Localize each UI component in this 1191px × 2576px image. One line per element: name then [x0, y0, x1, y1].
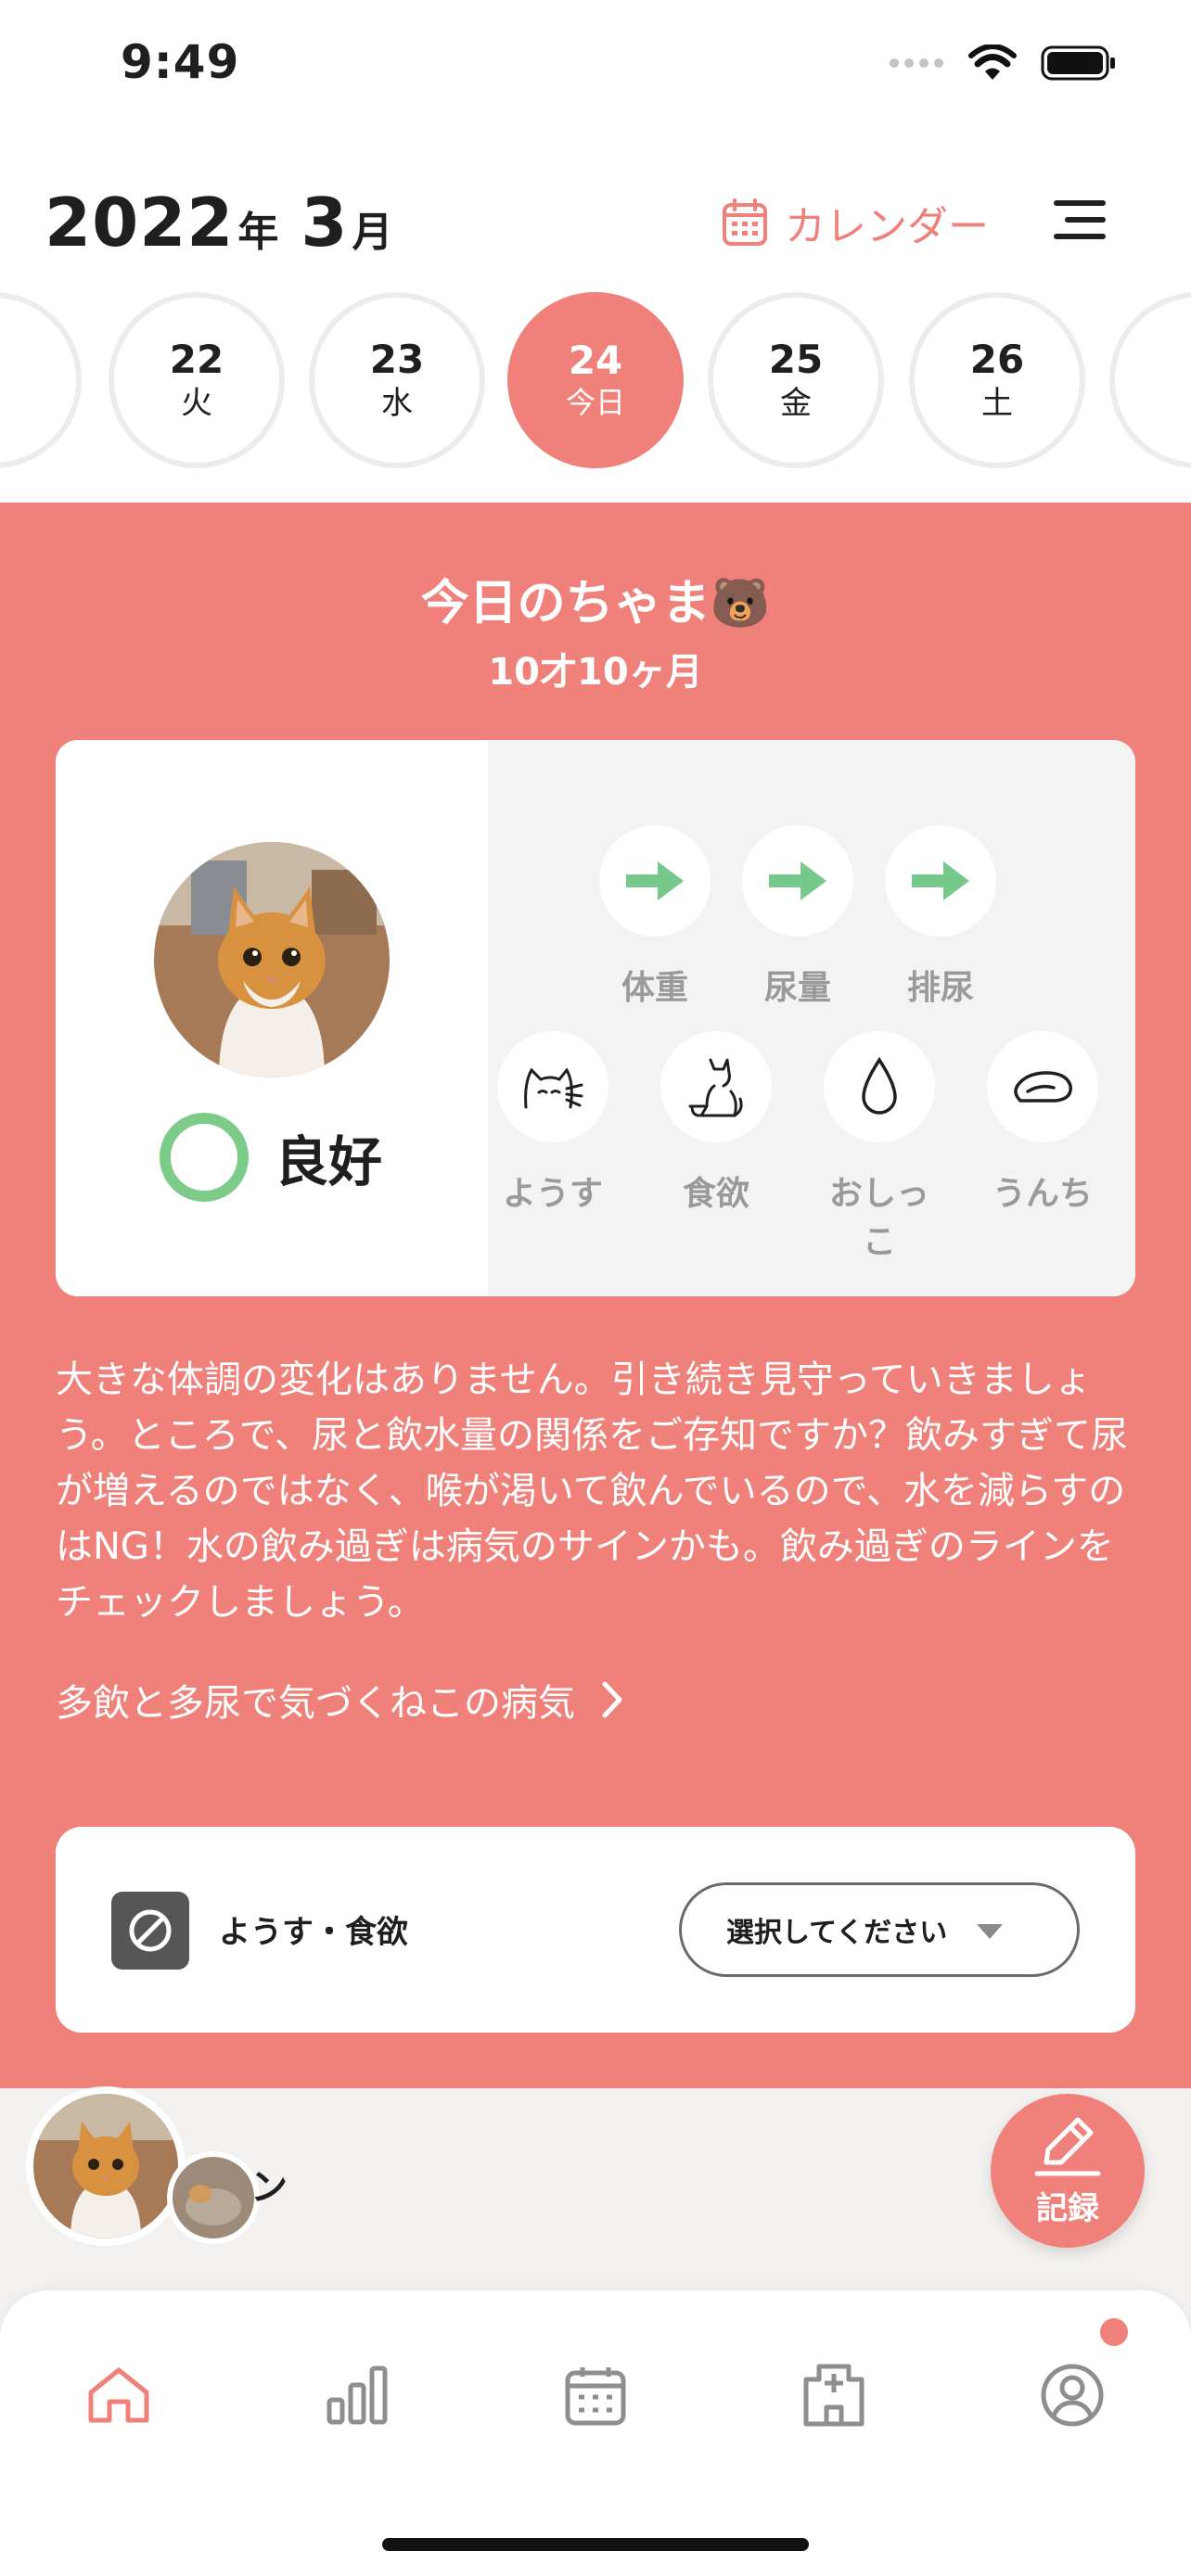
app-screen: 9:49 2022 年 3 月 カレンダー 22 火 23 水 24 今日 25… [0, 0, 1191, 2576]
today-section: 今日のちゃま🐻 10才10ヶ月 良好 体重 尿量 排尿 ようす 食欲 おしっこ … [0, 503, 1191, 2088]
status-time: 9:49 [121, 35, 240, 89]
metrics-panel: 体重 尿量 排尿 ようす 食欲 おしっこ うんち [488, 740, 1135, 1296]
calendar-button[interactable]: カレンダー [722, 193, 989, 252]
month-unit: 月 [352, 209, 393, 256]
tab-hospital[interactable] [783, 2344, 885, 2446]
date-weekday: 土 [981, 385, 1013, 423]
observation-pee[interactable]: おしっこ [814, 1031, 944, 1263]
date-number: 23 [369, 336, 425, 382]
observation-condition[interactable]: ようす [488, 1031, 618, 1215]
observation-label: うんち [992, 1175, 1093, 1213]
hospital-icon [803, 2364, 864, 2427]
pencil-icon [1034, 2117, 1101, 2175]
status-bar: 9:49 [0, 0, 1191, 139]
metric-urination[interactable]: 排尿 [876, 825, 1005, 1009]
caret-down-icon [977, 1924, 1003, 1939]
calendar-label: カレンダー [785, 203, 989, 250]
date-number: 26 [969, 336, 1025, 382]
month-title: 2022 年 3 月 [45, 184, 416, 261]
date-item[interactable]: 25 金 [708, 292, 884, 468]
observation-label: 食欲 [682, 1175, 749, 1213]
date-weekday: 火 [181, 385, 212, 423]
metric-label: 排尿 [906, 969, 974, 1007]
cat-face-icon [497, 1031, 608, 1142]
advice-text: 大きな体調の変化はありません。引き続き見守っていきましょう。ところで、尿と飲水量… [56, 1358, 1128, 1624]
metric-label: 体重 [621, 969, 688, 1007]
wifi-icon [968, 45, 1017, 80]
poop-icon [987, 1031, 1098, 1142]
link-label: 多飲と多尿で気づくねこの病気 [56, 1682, 575, 1725]
observation-poop[interactable]: うんち [978, 1031, 1108, 1215]
tab-analytics[interactable] [306, 2344, 408, 2446]
pet-age: 10才10ヶ月 [488, 651, 703, 694]
condition-panel: 良好 [56, 740, 488, 1296]
tab-home[interactable] [68, 2344, 170, 2446]
date-weekday: 水 [381, 385, 413, 423]
condition-label: 良好 [275, 1130, 383, 1193]
menu-line [1054, 234, 1106, 239]
good-circle-icon [160, 1113, 249, 1202]
observation-select-card: ようす・食欲 選択してください [56, 1827, 1135, 2033]
pet-avatar-current[interactable] [26, 2086, 186, 2246]
record-button[interactable]: 記録 [991, 2094, 1145, 2248]
date-item-today[interactable]: 24 今日 [507, 292, 684, 468]
date-item-next[interactable] [1109, 292, 1191, 468]
date-weekday: 金 [780, 385, 812, 423]
tab-bar [0, 2290, 1191, 2576]
metric-label: 尿量 [763, 969, 831, 1007]
calendar-icon [565, 2367, 626, 2426]
calendar-icon [723, 198, 767, 246]
select-card-label: ようす・食欲 [219, 1914, 408, 1951]
arrow-right-icon [742, 825, 853, 937]
profile-icon [1041, 2364, 1104, 2427]
tab-calendar[interactable] [544, 2344, 647, 2446]
pet-name: ン [250, 2166, 288, 2209]
date-item[interactable]: 23 水 [309, 292, 485, 468]
observation-appetite[interactable]: 食欲 [651, 1031, 781, 1215]
date-item[interactable]: 22 火 [109, 292, 285, 468]
year-unit: 年 [237, 209, 279, 256]
observation-dropdown[interactable]: 選択してください [679, 1882, 1080, 1977]
today-title: 今日のちゃま🐻 [420, 576, 771, 631]
drop-icon [824, 1031, 935, 1142]
signal-icon [890, 58, 943, 68]
year-value: 2022 [45, 184, 235, 261]
header: 2022 年 3 月 カレンダー 22 火 23 水 24 今日 25 金 26… [0, 139, 1191, 503]
metric-weight[interactable]: 体重 [590, 825, 720, 1009]
date-weekday: 今日 [565, 385, 625, 421]
date-strip[interactable]: 22 火 23 水 24 今日 25 金 26 土 [0, 287, 1191, 473]
arrow-right-icon [599, 825, 711, 937]
battery-icon [1041, 45, 1115, 81]
arrow-right-icon [885, 825, 996, 937]
notification-badge [1100, 2318, 1128, 2346]
chevron-right-icon [602, 1681, 622, 1718]
date-number: 24 [568, 338, 623, 383]
metric-urine-volume[interactable]: 尿量 [733, 825, 863, 1009]
home-icon [88, 2367, 149, 2423]
cat-photo [154, 842, 390, 1078]
record-label: 記録 [1036, 2189, 1099, 2227]
cat-sitting-icon [660, 1031, 772, 1142]
dropdown-placeholder: 選択してください [726, 1917, 948, 1949]
pet-avatar-other[interactable] [167, 2151, 260, 2244]
chart-icon [327, 2366, 388, 2425]
month-value: 3 [301, 184, 349, 261]
home-indicator[interactable] [382, 2538, 809, 2551]
date-item-prev[interactable] [0, 292, 82, 468]
disease-article-link[interactable]: 多飲と多尿で気づくねこの病気 [56, 1673, 623, 1727]
date-number: 25 [768, 336, 824, 382]
condition-status: 良好 [160, 1113, 382, 1202]
tab-profile[interactable] [1021, 2344, 1123, 2446]
date-number: 22 [169, 336, 224, 382]
date-item[interactable]: 26 土 [909, 292, 1085, 468]
ban-icon [111, 1892, 189, 1970]
observation-label: ようす [502, 1175, 603, 1213]
menu-button[interactable] [1050, 197, 1106, 243]
status-card: 良好 体重 尿量 排尿 ようす 食欲 おしっこ うんち [56, 740, 1135, 1296]
status-icons [889, 45, 1117, 82]
menu-line [1054, 200, 1106, 206]
menu-line [1065, 217, 1106, 223]
observation-label: おしっこ [828, 1175, 929, 1261]
